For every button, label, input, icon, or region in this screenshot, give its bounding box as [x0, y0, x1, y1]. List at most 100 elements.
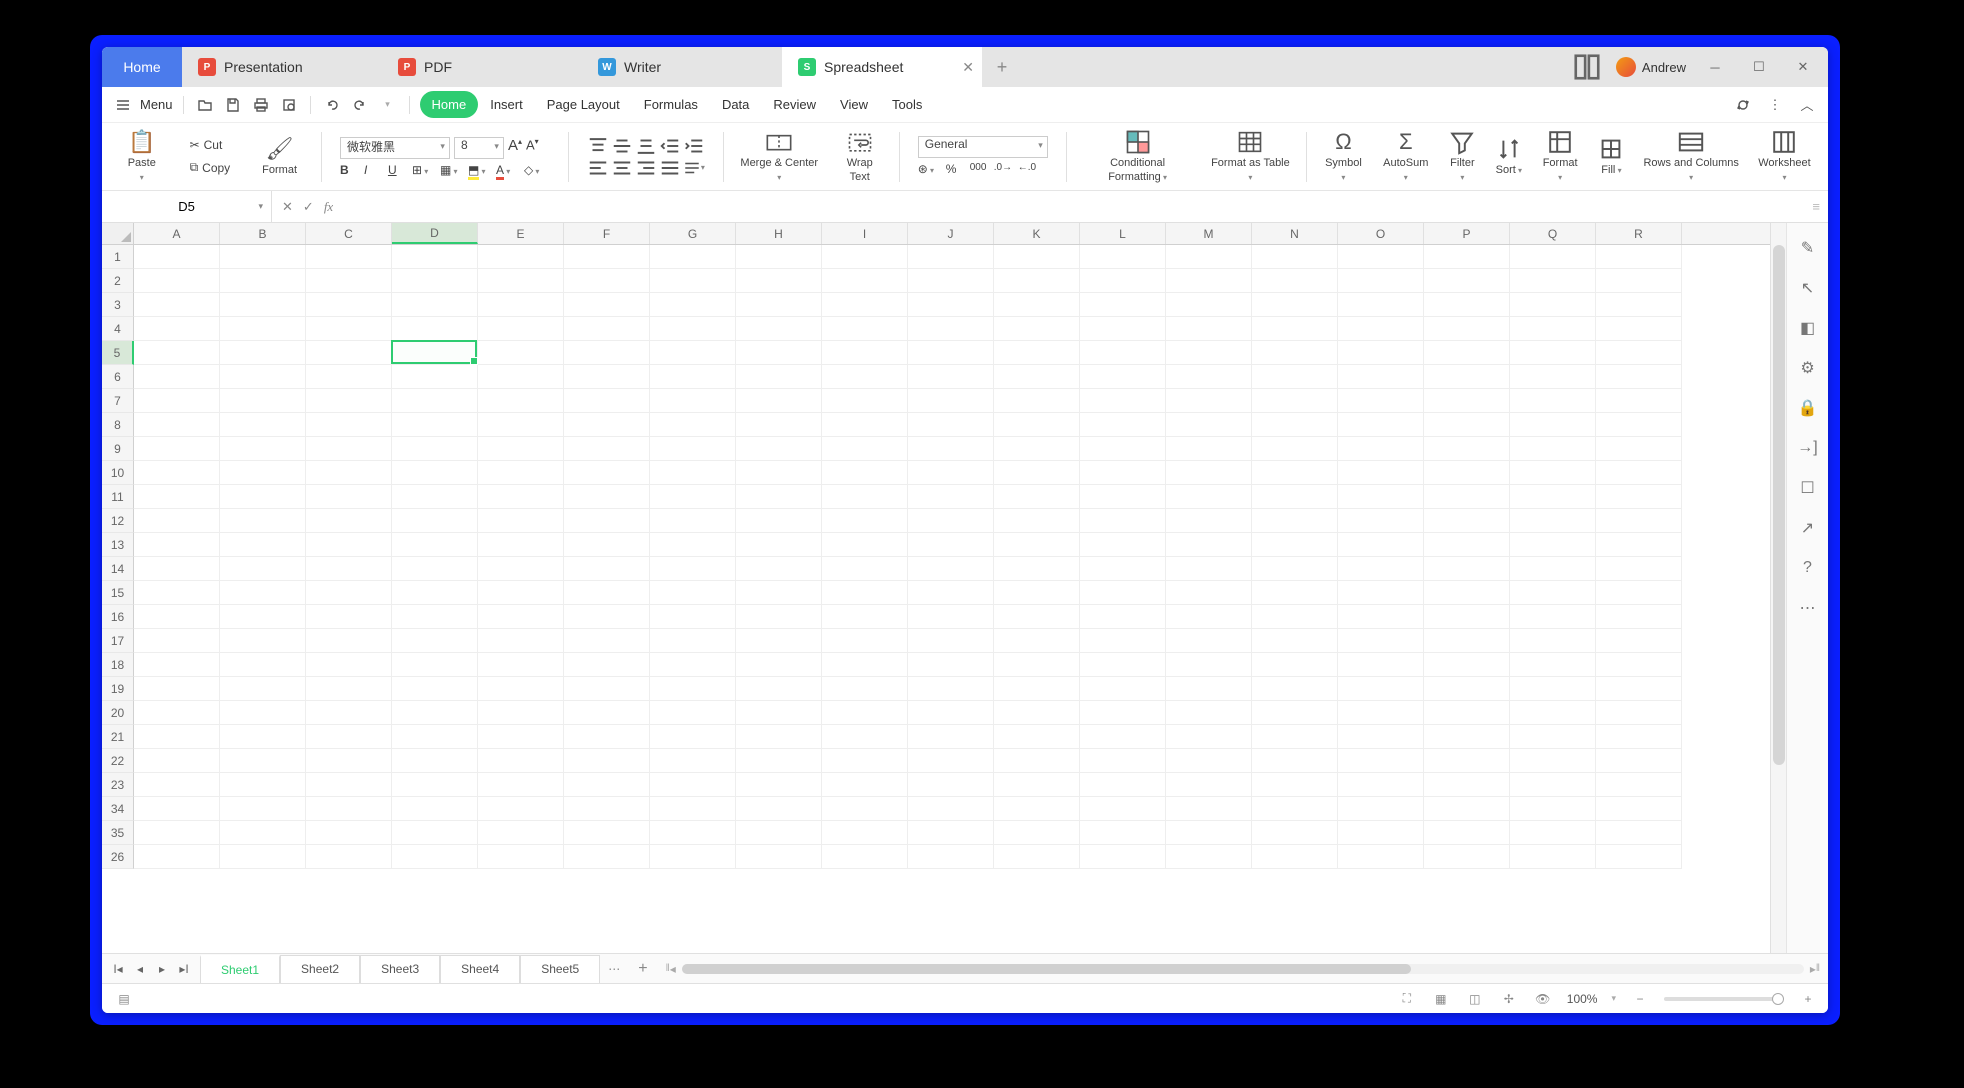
cell-R16[interactable] — [1596, 605, 1682, 629]
cell-D9[interactable] — [392, 437, 478, 461]
save-icon[interactable] — [222, 94, 244, 116]
row-header-20[interactable]: 20 — [102, 701, 134, 725]
cell-R3[interactable] — [1596, 293, 1682, 317]
cell-C18[interactable] — [306, 653, 392, 677]
cell-O19[interactable] — [1338, 677, 1424, 701]
cell-A11[interactable] — [134, 485, 220, 509]
cell-J7[interactable] — [908, 389, 994, 413]
cell-Q35[interactable] — [1510, 821, 1596, 845]
column-header-A[interactable]: A — [134, 223, 220, 244]
cut-button[interactable]: ✂Cut — [186, 136, 227, 154]
cell-H26[interactable] — [736, 845, 822, 869]
cell-Q11[interactable] — [1510, 485, 1596, 509]
wrap-text-button[interactable]: Wrap Text — [831, 129, 889, 183]
cell-L22[interactable] — [1080, 749, 1166, 773]
cell-L21[interactable] — [1080, 725, 1166, 749]
cell-C9[interactable] — [306, 437, 392, 461]
cell-F9[interactable] — [564, 437, 650, 461]
cell-H7[interactable] — [736, 389, 822, 413]
cell-P34[interactable] — [1424, 797, 1510, 821]
cell-K35[interactable] — [994, 821, 1080, 845]
cell-C6[interactable] — [306, 365, 392, 389]
cell-F23[interactable] — [564, 773, 650, 797]
cell-J5[interactable] — [908, 341, 994, 365]
cell-N18[interactable] — [1252, 653, 1338, 677]
cell-P23[interactable] — [1424, 773, 1510, 797]
cell-C12[interactable] — [306, 509, 392, 533]
symbol-button[interactable]: ΩSymbol — [1317, 129, 1369, 183]
cell-L19[interactable] — [1080, 677, 1166, 701]
cell-A3[interactable] — [134, 293, 220, 317]
cell-L34[interactable] — [1080, 797, 1166, 821]
close-tab-icon[interactable]: ✕ — [962, 59, 974, 76]
cell-E1[interactable] — [478, 245, 564, 269]
cell-D18[interactable] — [392, 653, 478, 677]
next-sheet-icon[interactable]: ▸ — [152, 962, 172, 976]
cell-I11[interactable] — [822, 485, 908, 509]
zoom-out-button[interactable]: − — [1630, 989, 1650, 1009]
cell-A10[interactable] — [134, 461, 220, 485]
align-left-icon[interactable] — [587, 158, 609, 178]
cell-M3[interactable] — [1166, 293, 1252, 317]
more-quick-icon[interactable]: ▾ — [377, 94, 399, 116]
cell-I16[interactable] — [822, 605, 908, 629]
cell-H16[interactable] — [736, 605, 822, 629]
cell-M8[interactable] — [1166, 413, 1252, 437]
cell-E12[interactable] — [478, 509, 564, 533]
row-header-34[interactable]: 34 — [102, 797, 134, 821]
copy-button[interactable]: ⧉Copy — [186, 158, 235, 177]
cell-D23[interactable] — [392, 773, 478, 797]
print-icon[interactable] — [250, 94, 272, 116]
cell-I22[interactable] — [822, 749, 908, 773]
cell-H34[interactable] — [736, 797, 822, 821]
cell-P21[interactable] — [1424, 725, 1510, 749]
cell-H23[interactable] — [736, 773, 822, 797]
cell-P17[interactable] — [1424, 629, 1510, 653]
cell-F1[interactable] — [564, 245, 650, 269]
row-header-18[interactable]: 18 — [102, 653, 134, 677]
cell-G21[interactable] — [650, 725, 736, 749]
fx-icon[interactable]: fx — [324, 199, 333, 215]
cell-reference-box[interactable] — [102, 191, 272, 222]
row-header-9[interactable]: 9 — [102, 437, 134, 461]
cell-R7[interactable] — [1596, 389, 1682, 413]
cell-style-button[interactable]: ▦ — [440, 163, 466, 177]
cell-G35[interactable] — [650, 821, 736, 845]
cell-E14[interactable] — [478, 557, 564, 581]
column-header-P[interactable]: P — [1424, 223, 1510, 244]
column-header-N[interactable]: N — [1252, 223, 1338, 244]
cell-D5[interactable] — [392, 341, 478, 365]
cell-A19[interactable] — [134, 677, 220, 701]
row-header-2[interactable]: 2 — [102, 269, 134, 293]
accept-formula-icon[interactable]: ✓ — [303, 199, 314, 215]
cell-M34[interactable] — [1166, 797, 1252, 821]
cell-R8[interactable] — [1596, 413, 1682, 437]
row-header-6[interactable]: 6 — [102, 365, 134, 389]
cell-J35[interactable] — [908, 821, 994, 845]
cell-K9[interactable] — [994, 437, 1080, 461]
cell-K18[interactable] — [994, 653, 1080, 677]
cell-B11[interactable] — [220, 485, 306, 509]
cell-J6[interactable] — [908, 365, 994, 389]
row-header-3[interactable]: 3 — [102, 293, 134, 317]
cell-P9[interactable] — [1424, 437, 1510, 461]
cell-H4[interactable] — [736, 317, 822, 341]
row-header-12[interactable]: 12 — [102, 509, 134, 533]
open-icon[interactable] — [194, 94, 216, 116]
zoom-in-button[interactable]: + — [1798, 989, 1818, 1009]
cell-P6[interactable] — [1424, 365, 1510, 389]
vertical-scrollbar[interactable] — [1770, 223, 1786, 953]
cell-B26[interactable] — [220, 845, 306, 869]
layout-toggle-icon[interactable] — [1572, 52, 1602, 82]
cell-E15[interactable] — [478, 581, 564, 605]
cell-D34[interactable] — [392, 797, 478, 821]
cell-O11[interactable] — [1338, 485, 1424, 509]
cell-N16[interactable] — [1252, 605, 1338, 629]
cell-Q7[interactable] — [1510, 389, 1596, 413]
cell-O3[interactable] — [1338, 293, 1424, 317]
cell-D14[interactable] — [392, 557, 478, 581]
cell-D20[interactable] — [392, 701, 478, 725]
cell-A7[interactable] — [134, 389, 220, 413]
first-sheet-icon[interactable]: I◂ — [108, 962, 128, 976]
menu-review[interactable]: Review — [761, 91, 828, 118]
